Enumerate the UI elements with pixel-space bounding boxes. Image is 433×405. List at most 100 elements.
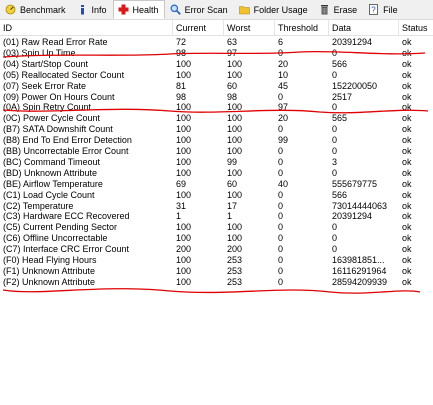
tab-erase[interactable]: Erase [314, 0, 364, 19]
cell-status: ok [402, 189, 412, 200]
cell-worst: 63 [227, 37, 238, 47]
cell-status: ok [402, 265, 412, 276]
cell-id: (B7) SATA Downshift Count [3, 124, 113, 135]
tab-health[interactable]: Health [112, 0, 165, 19]
table-row[interactable]: (01) Raw Read Error Rate 72 63 6 2039129… [0, 37, 433, 48]
cell-worst: 253 [227, 276, 243, 287]
table-row[interactable]: (0A) Spin Retry Count 100 100 97 0 ok [0, 102, 433, 113]
table-row[interactable]: (C7) Interface CRC Error Count 200 200 0… [0, 244, 433, 255]
table-row[interactable]: (BD) Unknown Attribute 100 100 0 0 ok [0, 168, 433, 179]
cell-worst: 253 [227, 265, 243, 276]
cell-data: 3 [332, 156, 338, 167]
tab-file[interactable]: ? File [363, 0, 404, 19]
column-divider[interactable] [223, 20, 224, 35]
tab-erase-label: Erase [333, 4, 358, 15]
table-row[interactable]: (BE) Airflow Temperature 69 60 40 555679… [0, 179, 433, 190]
cell-status: ok [402, 37, 412, 47]
cell-current: 69 [176, 178, 187, 189]
table-row[interactable]: (F0) Head Flying Hours 100 253 0 1639818… [0, 255, 433, 266]
column-header-id[interactable]: ID [3, 23, 12, 33]
cell-status: ok [402, 91, 412, 102]
cell-worst: 100 [227, 233, 243, 244]
cell-data: 163981851... [332, 255, 385, 265]
cell-threshold: 0 [278, 233, 284, 244]
cell-data: 565 [332, 113, 348, 124]
column-header-worst[interactable]: Worst [227, 23, 250, 33]
cell-status: ok [402, 156, 412, 167]
cell-current: 100 [176, 113, 192, 124]
cell-id: (C2) Temperature [3, 200, 74, 211]
cell-data: 20391294 [332, 211, 373, 222]
benchmark-icon [5, 4, 16, 15]
cell-worst: 100 [227, 69, 243, 80]
cell-worst: 100 [227, 189, 243, 200]
cell-id: (BE) Airflow Temperature [3, 178, 103, 189]
table-row[interactable]: (F1) Unknown Attribute 100 253 0 1611629… [0, 266, 433, 277]
column-header-data[interactable]: Data [332, 23, 351, 33]
column-divider[interactable] [172, 20, 173, 35]
tab-error-scan[interactable]: Error Scan [165, 0, 234, 19]
cell-data: 0 [332, 47, 338, 58]
column-header-status[interactable]: Status [402, 23, 428, 33]
tab-benchmark[interactable]: Benchmark [0, 0, 72, 19]
column-divider[interactable] [398, 20, 399, 35]
cell-current: 98 [176, 91, 187, 102]
cell-worst: 98 [227, 91, 238, 102]
table-row[interactable]: (B8) End To End Error Detection 100 100 … [0, 135, 433, 146]
cell-data: 16116291964 [332, 265, 387, 276]
table-row[interactable]: (BC) Command Timeout 100 99 0 3 ok [0, 157, 433, 168]
cell-threshold: 99 [278, 135, 289, 146]
cell-current: 1 [176, 211, 182, 222]
smart-attributes-table: ID Current Worst Threshold Data Status (… [0, 20, 433, 405]
column-divider[interactable] [328, 20, 329, 35]
cell-status: ok [402, 135, 412, 146]
table-row[interactable]: (C5) Current Pending Sector 100 100 0 0 … [0, 222, 433, 233]
tab-file-label: File [383, 4, 398, 15]
column-divider[interactable] [274, 20, 275, 35]
cell-id: (07) Seek Error Rate [3, 80, 87, 91]
cell-data: 0 [332, 135, 338, 146]
cell-id: (05) Reallocated Sector Count [3, 69, 125, 80]
column-header-threshold[interactable]: Threshold [278, 23, 318, 33]
tab-info[interactable]: Info [72, 0, 113, 19]
table-row[interactable]: (BB) Uncorrectable Error Count 100 100 0… [0, 146, 433, 157]
cell-worst: 100 [227, 167, 243, 178]
table-row[interactable]: (C6) Offline Uncorrectable 100 100 0 0 o… [0, 233, 433, 244]
trash-icon [320, 5, 328, 15]
cell-id: (C7) Interface CRC Error Count [3, 244, 130, 255]
table-row[interactable]: (09) Power On Hours Count 98 98 0 2517 o… [0, 92, 433, 103]
table-row[interactable]: (0C) Power Cycle Count 100 100 20 565 ok [0, 113, 433, 124]
cell-current: 100 [176, 233, 192, 244]
cell-worst: 253 [227, 255, 243, 265]
table-row[interactable]: (F2) Unknown Attribute 100 253 0 2859420… [0, 277, 433, 288]
cell-data: 0 [332, 102, 338, 113]
table-row[interactable]: (C1) Load Cycle Count 100 100 0 566 ok [0, 190, 433, 201]
tab-folder-usage[interactable]: Folder Usage [234, 0, 314, 19]
cell-worst: 17 [227, 200, 238, 211]
table-row[interactable]: (B7) SATA Downshift Count 100 100 0 0 ok [0, 124, 433, 135]
cell-current: 100 [176, 102, 192, 113]
cell-worst: 200 [227, 244, 243, 255]
cell-id: (BD) Unknown Attribute [3, 167, 98, 178]
cell-id: (04) Start/Stop Count [3, 58, 89, 69]
cell-threshold: 0 [278, 47, 284, 58]
cell-status: ok [402, 222, 412, 233]
cell-worst: 100 [227, 124, 243, 135]
table-row[interactable]: (C2) Temperature 31 17 0 73014444063 ok [0, 201, 433, 212]
table-row[interactable]: (07) Seek Error Rate 81 60 45 152200050 … [0, 81, 433, 92]
cell-id: (F0) Head Flying Hours [3, 255, 97, 265]
cell-id: (01) Raw Read Error Rate [3, 37, 108, 47]
table-row[interactable]: (03) Spin Up Time 98 97 0 0 ok [0, 48, 433, 59]
tab-error-scan-label: Error Scan [184, 4, 228, 15]
cell-data: 0 [332, 69, 338, 80]
cell-status: ok [402, 276, 412, 287]
cell-threshold: 0 [278, 244, 284, 255]
cell-current: 31 [176, 200, 187, 211]
table-row[interactable]: (C3) Hardware ECC Recovered 1 1 0 203912… [0, 211, 433, 222]
table-row[interactable]: (04) Start/Stop Count 100 100 20 566 ok [0, 59, 433, 70]
column-header-current[interactable]: Current [176, 23, 206, 33]
cell-status: ok [402, 178, 412, 189]
health-cross-icon [118, 4, 129, 15]
cell-threshold: 20 [278, 58, 289, 69]
table-row[interactable]: (05) Reallocated Sector Count 100 100 10… [0, 70, 433, 81]
